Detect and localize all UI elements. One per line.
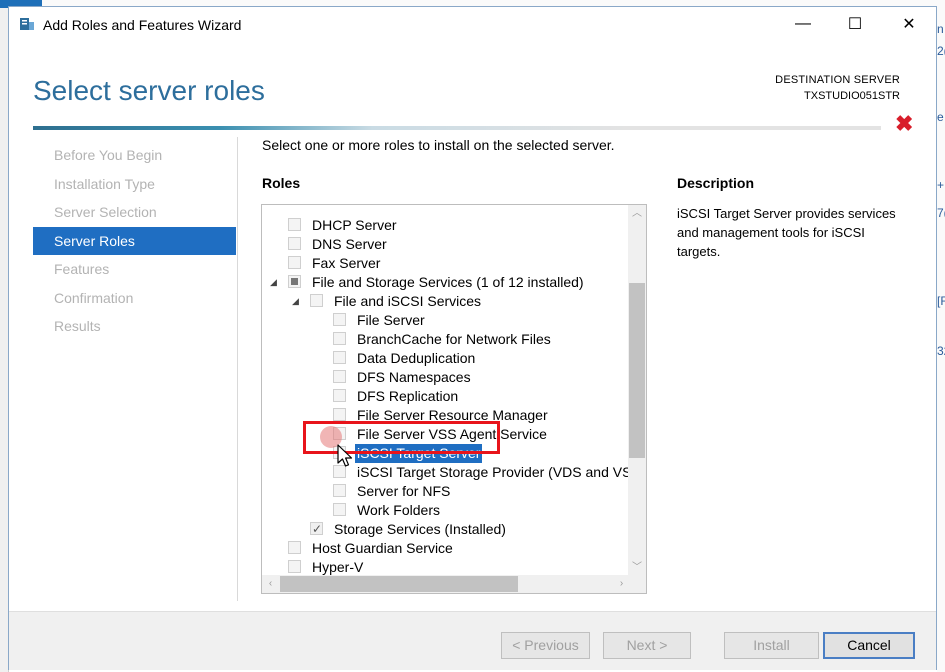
role-label: Server for NFS: [357, 483, 451, 499]
scroll-up-icon[interactable]: ︿: [628, 205, 646, 222]
error-x-icon[interactable]: ✖: [895, 113, 913, 135]
mouse-cursor-icon: [337, 444, 353, 467]
role-label: iSCSI Target Storage Provider (VDS and V…: [357, 464, 641, 480]
nav-divider: [237, 137, 238, 601]
role-checkbox[interactable]: [333, 351, 346, 364]
role-label: DFS Replication: [357, 388, 459, 404]
role-checkbox[interactable]: [288, 218, 301, 231]
role-checkbox[interactable]: [333, 484, 346, 497]
bg-fragment: +: [937, 178, 945, 192]
role-checkbox[interactable]: [333, 370, 346, 383]
scroll-down-icon[interactable]: ﹀: [628, 559, 646, 576]
role-label: Data Deduplication: [357, 350, 476, 366]
close-button[interactable]: ✕: [886, 7, 932, 41]
horizontal-scrollbar[interactable]: ‹ ›: [262, 575, 630, 593]
role-checkbox[interactable]: [333, 503, 346, 516]
roles-heading: Roles: [262, 175, 301, 191]
vertical-scrollbar[interactable]: ︿ ﹀: [628, 205, 646, 576]
role-label: Host Guardian Service: [312, 540, 453, 556]
role-checkbox[interactable]: [310, 294, 323, 307]
role-checkbox[interactable]: [288, 541, 301, 554]
role-checkbox[interactable]: [310, 520, 323, 539]
background-right-strip: n 2( e + 7( [F 32: [937, 0, 945, 672]
bg-fragment: e: [937, 110, 944, 124]
close-icon: ✕: [902, 16, 916, 33]
wizard-nav: Before You Begin Installation Type Serve…: [33, 141, 236, 341]
progress-line: [33, 126, 881, 130]
description-heading: Description: [677, 175, 755, 191]
minimize-icon: —: [795, 15, 811, 32]
scroll-corner: [628, 575, 646, 593]
bg-fragment: 32: [937, 344, 945, 358]
role-checkbox[interactable]: [288, 560, 301, 573]
roles-tree[interactable]: DHCP Server DNS Server Fax Server ◢ File…: [261, 204, 647, 594]
wizard-window: Add Roles and Features Wizard — ☐ ✕ Sele…: [8, 6, 937, 670]
nav-item-confirmation[interactable]: Confirmation: [33, 284, 236, 313]
role-label: DNS Server: [312, 236, 387, 252]
bg-fragment: 7(: [937, 206, 945, 220]
bg-fragment: [F: [937, 294, 945, 308]
role-checkbox[interactable]: [333, 313, 346, 326]
horizontal-scroll-thumb[interactable]: [280, 576, 518, 592]
nav-item-results[interactable]: Results: [33, 312, 236, 341]
role-label: BranchCache for Network Files: [357, 331, 551, 347]
server-manager-icon: [20, 18, 34, 30]
scroll-left-icon[interactable]: ‹: [262, 575, 279, 593]
page-title: Select server roles: [33, 75, 265, 106]
minimize-button[interactable]: —: [780, 7, 826, 41]
nav-item-server-roles[interactable]: Server Roles: [33, 226, 236, 255]
role-checkbox[interactable]: [288, 275, 301, 288]
previous-button[interactable]: < Previous: [501, 632, 590, 659]
role-checkbox[interactable]: [288, 237, 301, 250]
vertical-scroll-thumb[interactable]: [629, 283, 645, 458]
description-text: iSCSI Target Server provides services an…: [677, 206, 896, 259]
wizard-footer: < Previous Next > Install Cancel: [9, 611, 936, 670]
maximize-icon: ☐: [847, 16, 863, 33]
next-button[interactable]: Next >: [603, 632, 691, 659]
role-label: Work Folders: [357, 502, 440, 518]
role-checkbox[interactable]: [288, 256, 301, 269]
collapse-triangle-icon[interactable]: ◢: [292, 296, 302, 306]
instruction-text: Select one or more roles to install on t…: [262, 137, 615, 153]
role-label: File and iSCSI Services: [334, 293, 482, 309]
nav-item-installation-type[interactable]: Installation Type: [33, 170, 236, 199]
role-checkbox[interactable]: [333, 332, 346, 345]
destination-server-name: TXSTUDIO051STR: [804, 90, 900, 102]
role-checkbox[interactable]: [333, 408, 346, 421]
collapse-triangle-icon[interactable]: ◢: [270, 277, 280, 287]
role-label: DHCP Server: [312, 217, 397, 233]
role-label: DFS Namespaces: [357, 369, 471, 385]
nav-item-features[interactable]: Features: [33, 255, 236, 284]
bg-fragment: 2(: [937, 44, 945, 58]
maximize-button[interactable]: ☐: [832, 7, 878, 41]
role-label: File and Storage Services (1 of 12 insta…: [312, 274, 584, 290]
role-label: Storage Services (Installed): [334, 521, 506, 537]
cancel-button[interactable]: Cancel: [823, 632, 915, 659]
role-checkbox[interactable]: [333, 389, 346, 402]
role-label: Fax Server: [312, 255, 381, 271]
install-button[interactable]: Install: [724, 632, 819, 659]
nav-item-before-you-begin[interactable]: Before You Begin: [33, 141, 236, 170]
title-bar[interactable]: Add Roles and Features Wizard — ☐ ✕: [9, 7, 936, 41]
nav-item-server-selection[interactable]: Server Selection: [33, 198, 236, 227]
destination-server-label: DESTINATION SERVER: [775, 74, 900, 86]
window-title: Add Roles and Features Wizard: [43, 17, 242, 33]
bg-fragment: n: [937, 22, 944, 36]
role-label: File Server: [357, 312, 425, 328]
